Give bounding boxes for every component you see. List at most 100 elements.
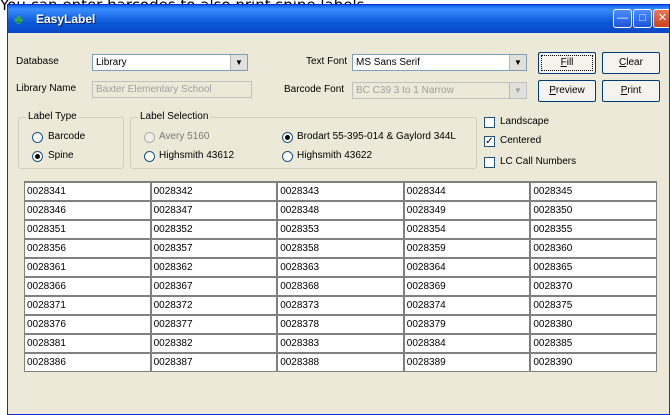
grid-cell[interactable]: 0028364 <box>403 258 531 277</box>
grid-cell[interactable]: 0028376 <box>24 315 151 334</box>
database-label: Database <box>16 56 59 67</box>
app-icon: ♣ <box>14 11 24 27</box>
maximize-icon[interactable]: □ <box>633 9 652 28</box>
grid-cell[interactable]: 0028353 <box>277 220 404 239</box>
grid-cell[interactable]: 0028385 <box>530 334 657 353</box>
grid-cell[interactable]: 0028380 <box>530 315 657 334</box>
text-font-value: MS Sans Serif <box>356 57 420 68</box>
close-icon[interactable]: ✕ <box>653 9 669 28</box>
preview-button[interactable]: Preview <box>538 80 596 102</box>
grid-cell[interactable]: 0028382 <box>150 334 278 353</box>
centered-checkbox[interactable]: ✓ <box>484 136 495 147</box>
label-selection-title: Label Selection <box>138 110 211 124</box>
grid-cell[interactable]: 0028389 <box>403 353 531 372</box>
grid-cell[interactable]: 0028387 <box>150 353 278 372</box>
grid-cell[interactable]: 0028372 <box>150 296 278 315</box>
barcode-font-select[interactable]: BC C39 3 to 1 Narrow ▼ <box>352 82 527 99</box>
grid-cell[interactable]: 0028381 <box>24 334 151 353</box>
avery-5160-label: Avery 5160 <box>159 131 210 142</box>
grid-cell[interactable]: 0028378 <box>277 315 404 334</box>
lc-call-numbers-label: LC Call Numbers <box>500 156 577 167</box>
landscape-checkbox[interactable] <box>484 117 495 128</box>
print-button[interactable]: Print <box>602 80 660 102</box>
grid-cell[interactable]: 0028366 <box>24 277 151 296</box>
grid-cell[interactable]: 0028349 <box>403 201 531 220</box>
library-name-field[interactable]: Baxter Elementary School <box>92 81 252 98</box>
grid-cell[interactable]: 0028369 <box>403 277 531 296</box>
label-type-title: Label Type <box>26 110 79 124</box>
barcode-radio-label: Barcode <box>48 131 86 142</box>
grid-cell[interactable]: 0028365 <box>530 258 657 277</box>
brodart-label: Brodart 55-395-014 & Gaylord 344L <box>297 131 456 142</box>
fill-button[interactable]: Fill <box>538 52 596 74</box>
grid-cell[interactable]: 0028375 <box>530 296 657 315</box>
minimize-icon[interactable]: — <box>613 9 632 28</box>
highsmith-43622-radio[interactable] <box>282 151 293 162</box>
text-font-select[interactable]: MS Sans Serif ▼ <box>352 54 527 71</box>
grid-cell[interactable]: 0028383 <box>277 334 404 353</box>
highsmith-43622-label: Highsmith 43622 <box>297 150 373 161</box>
grid-cell[interactable]: 0028351 <box>24 220 151 239</box>
grid-cell[interactable]: 0028354 <box>403 220 531 239</box>
grid-cell[interactable]: 0028371 <box>24 296 151 315</box>
grid-cell[interactable]: 0028343 <box>277 182 404 201</box>
table-row: 0028366 0028367 0028368 0028369 0028370 <box>24 277 657 296</box>
chevron-down-icon[interactable]: ▼ <box>509 83 526 98</box>
table-row: 0028351 0028352 0028353 0028354 0028355 <box>24 220 657 239</box>
centered-label: Centered <box>500 135 542 146</box>
brodart-radio[interactable] <box>282 132 293 143</box>
grid-cell[interactable]: 0028357 <box>150 239 278 258</box>
grid-cell[interactable]: 0028362 <box>150 258 278 277</box>
lc-call-numbers-checkbox[interactable] <box>484 157 495 168</box>
spine-radio[interactable] <box>32 151 43 162</box>
grid-cell[interactable]: 0028346 <box>24 201 151 220</box>
grid-cell[interactable]: 0028348 <box>277 201 404 220</box>
window-title: EasyLabel <box>36 12 96 26</box>
barcode-font-label: Barcode Font <box>284 84 345 95</box>
grid-cell[interactable]: 0028363 <box>277 258 404 277</box>
grid-cell[interactable]: 0028342 <box>150 182 278 201</box>
grid-cell[interactable]: 0028341 <box>24 182 151 201</box>
grid-cell[interactable]: 0028374 <box>403 296 531 315</box>
clear-button[interactable]: Clear <box>602 52 660 74</box>
table-row: 0028386 0028387 0028388 0028389 0028390 <box>24 353 657 372</box>
grid-cell[interactable]: 0028360 <box>530 239 657 258</box>
table-row: 0028341 0028342 0028343 0028344 0028345 <box>24 182 657 201</box>
grid-cell[interactable]: 0028356 <box>24 239 151 258</box>
grid-cell[interactable]: 0028345 <box>530 182 657 201</box>
chevron-down-icon[interactable]: ▼ <box>509 55 526 70</box>
barcode-font-value: BC C39 3 to 1 Narrow <box>356 85 454 96</box>
grid-cell[interactable]: 0028355 <box>530 220 657 239</box>
grid-cell[interactable]: 0028379 <box>403 315 531 334</box>
grid-cell[interactable]: 0028390 <box>530 353 657 372</box>
database-select[interactable]: Library ▼ <box>92 54 248 71</box>
grid-cell[interactable]: 0028347 <box>150 201 278 220</box>
grid-cell[interactable]: 0028388 <box>277 353 404 372</box>
table-row: 0028346 0028347 0028348 0028349 0028350 <box>24 201 657 220</box>
table-row: 0028376 0028377 0028378 0028379 0028380 <box>24 315 657 334</box>
grid-cell[interactable]: 0028358 <box>277 239 404 258</box>
landscape-label: Landscape <box>500 116 549 127</box>
highsmith-43612-label: Highsmith 43612 <box>159 150 235 161</box>
library-name-value: Baxter Elementary School <box>96 84 212 95</box>
grid-cell[interactable]: 0028350 <box>530 201 657 220</box>
table-row: 0028361 0028362 0028363 0028364 0028365 <box>24 258 657 277</box>
chevron-down-icon[interactable]: ▼ <box>230 55 247 70</box>
grid-cell[interactable]: 0028359 <box>403 239 531 258</box>
spine-radio-label: Spine <box>48 150 74 161</box>
table-row: 0028356 0028357 0028358 0028359 0028360 <box>24 239 657 258</box>
grid-cell[interactable]: 0028384 <box>403 334 531 353</box>
grid-cell[interactable]: 0028367 <box>150 277 278 296</box>
grid-cell[interactable]: 0028368 <box>277 277 404 296</box>
grid-cell[interactable]: 0028370 <box>530 277 657 296</box>
grid-cell[interactable]: 0028344 <box>403 182 531 201</box>
grid-cell[interactable]: 0028386 <box>24 353 151 372</box>
grid-cell[interactable]: 0028361 <box>24 258 151 277</box>
grid-cell[interactable]: 0028352 <box>150 220 278 239</box>
text-font-label: Text Font <box>306 56 348 67</box>
highsmith-43612-radio[interactable] <box>144 151 155 162</box>
avery-5160-radio[interactable] <box>144 132 155 143</box>
barcode-radio[interactable] <box>32 132 43 143</box>
grid-cell[interactable]: 0028377 <box>150 315 278 334</box>
grid-cell[interactable]: 0028373 <box>277 296 404 315</box>
